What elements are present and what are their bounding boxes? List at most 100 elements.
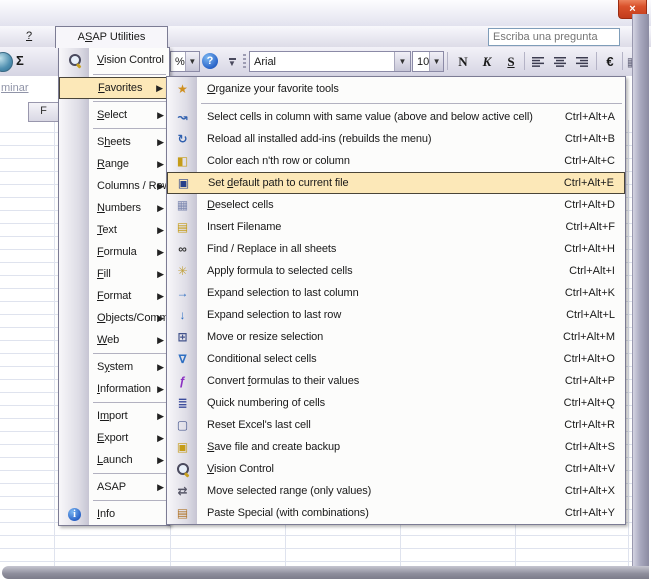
autosum-icon[interactable]: Σ [16, 53, 24, 68]
toolbar-separator [447, 52, 448, 70]
align-right-button[interactable] [572, 51, 592, 72]
submenu-arrow-icon: ▶ [157, 109, 164, 120]
euro-button[interactable]: € [600, 51, 620, 72]
menu-item-label: Expand selection to last column [207, 287, 359, 299]
menu-item-find-replace-in-all-sheets[interactable]: ∞ Find / Replace in all sheets Ctrl+Alt+H [167, 238, 625, 260]
menu-item-label: Format [97, 290, 132, 302]
menu-item-numbers[interactable]: Numbers ▶ [59, 197, 169, 219]
menu-item-label: Set default path to current file [208, 177, 349, 189]
menu-item-information[interactable]: Information ▶ [59, 378, 169, 400]
menu-item-paste-special-with-combinations[interactable]: ▤ Paste Special (with combinations) Ctrl+A… [167, 502, 625, 524]
menu-item-set-default-path-to-current-file[interactable]: ▣ Set default path to current file Ctrl+Al… [167, 172, 625, 194]
align-left-button[interactable] [528, 51, 548, 72]
menu-item-label: System [97, 361, 134, 373]
menu-item-asap[interactable]: ASAP ▶ [59, 476, 169, 498]
menu-item-range[interactable]: Range ▶ [59, 153, 169, 175]
menu-item-reset-excel-s-last-cell[interactable]: ▢ Reset Excel's last cell Ctrl+Alt+R [167, 414, 625, 436]
zoom-dropdown-icon[interactable]: ▼ [184, 52, 199, 71]
menu-item-format[interactable]: Format ▶ [59, 285, 169, 307]
window-right-border [632, 14, 649, 566]
menu-item-label: Reload all installed add-ins (rebuilds t… [207, 133, 432, 145]
font-name-dropdown-icon[interactable]: ▼ [394, 52, 410, 71]
move-resize-selection-icon: ⊞ [177, 330, 188, 344]
menu-item-save-file-and-create-backup[interactable]: ▣ Save file and create backup Ctrl+Alt+S [167, 436, 625, 458]
underline-button[interactable]: S [500, 51, 522, 72]
menu-item-expand-selection-to-last-row[interactable]: ↓ Expand selection to last row Ctrl+Alt+L [167, 304, 625, 326]
menu-item-organize-your-favorite-tools[interactable]: ★ Organize your favorite tools [167, 77, 625, 101]
font-size-dropdown-icon[interactable]: ▼ [429, 52, 443, 71]
shortcut-label: Ctrl+Alt+A [564, 111, 615, 123]
italic-button[interactable]: K [476, 51, 498, 72]
submenu-arrow-icon: ▶ [157, 383, 164, 394]
menu-item-label: Launch [97, 454, 133, 466]
menu-item-web[interactable]: Web ▶ [59, 329, 169, 351]
menu-item-apply-formula-to-selected-cells[interactable]: ✳ Apply formula to selected cells Ctrl+Alt… [167, 260, 625, 282]
menu-item-text[interactable]: Text ▶ [59, 219, 169, 241]
menu-item-label: Move selected range (only values) [207, 485, 372, 497]
menu-item-vision-control[interactable]: Vision Control Ctrl+Alt+V [167, 458, 625, 480]
menu-item-vision-control[interactable]: Vision Control [59, 48, 169, 72]
menu-item-label: Favorites [98, 82, 143, 94]
menu-item-deselect-cells[interactable]: ▦ Deselect cells Ctrl+Alt+D [167, 194, 625, 216]
menu-item-select-cells-in-column-with-same-value-a[interactable]: ↝ Select cells in column with same value … [167, 106, 625, 128]
menu-item-columns-rows[interactable]: Columns / Rows ▶ [59, 175, 176, 197]
menu-item-sheets[interactable]: Sheets ▶ [59, 131, 169, 153]
menubar-item-help[interactable]: ? [20, 29, 38, 43]
toolbar-separator [596, 52, 597, 70]
font-name-combo[interactable]: Arial ▼ [249, 51, 411, 72]
menu-item-label: Formula [97, 246, 137, 258]
menu-item-label: Convert formulas to their values [207, 375, 360, 387]
menubar-item-asap-utilities[interactable]: ASAP Utilities [55, 26, 168, 48]
font-size-combo[interactable]: 10 ▼ [412, 51, 444, 72]
font-size-value: 10 [417, 55, 430, 68]
menu-item-label: Conditional select cells [207, 353, 317, 365]
submenu-arrow-icon: ▶ [157, 158, 164, 169]
submenu-arrow-icon: ▶ [157, 180, 164, 191]
menu-item-label: Select [97, 109, 127, 121]
submenu-arrow-icon: ▶ [157, 136, 164, 147]
menu-item-move-or-resize-selection[interactable]: ⊞ Move or resize selection Ctrl+Alt+M [167, 326, 625, 348]
menu-item-move-selected-range-only-values[interactable]: ⇄ Move selected range (only values) Ctrl+A… [167, 480, 625, 502]
menu-item-reload-all-installed-add-ins-rebuilds-th[interactable]: ↻ Reload all installed add-ins (rebuilds … [167, 128, 625, 150]
toolbar-drag-handle[interactable] [243, 54, 246, 69]
menu-item-launch[interactable]: Launch ▶ [59, 449, 169, 471]
menu-item-export[interactable]: Export ▶ [59, 427, 169, 449]
menu-item-formula[interactable]: Formula ▶ [59, 241, 169, 263]
help-icon[interactable]: ? [202, 53, 218, 69]
column-header-f[interactable]: F [28, 102, 59, 122]
excel-window: × ? ASAP Utilities Σ % ▼ ? ▼ Arial ▼ 10 … [0, 0, 651, 584]
font-name-value: Arial [254, 55, 277, 68]
bold-button[interactable]: N [452, 51, 474, 72]
menu-item-expand-selection-to-last-column[interactable]: → Expand selection to last column Ctrl+Alt… [167, 282, 625, 304]
menu-item-conditional-select-cells[interactable]: ∇ Conditional select cells Ctrl+Alt+O [167, 348, 625, 370]
align-center-button[interactable] [550, 51, 570, 72]
menu-item-label: Info [97, 508, 115, 520]
shortcut-label: Ctrl+Alt+O [563, 353, 615, 365]
shortcut-label: Ctrl+Alt+L [566, 309, 615, 321]
shortcut-label: Ctrl+Alt+I [569, 265, 615, 277]
menu-item-select[interactable]: Select ▶ [59, 104, 169, 126]
select-same-value-icon: ↝ [177, 110, 188, 124]
toolbar-options-button[interactable]: ▼ [224, 51, 240, 72]
menu-item-fill[interactable]: Fill ▶ [59, 263, 169, 285]
shortcut-label: Ctrl+Alt+M [563, 331, 615, 343]
menu-item-quick-numbering-of-cells[interactable]: ≣ Quick numbering of cells Ctrl+Alt+Q [167, 392, 625, 414]
menu-item-favorites[interactable]: Favorites ▶ [59, 77, 169, 99]
expand-last-column-icon: → [176, 286, 189, 300]
menu-item-label: Expand selection to last row [207, 309, 342, 321]
toolbar-separator [622, 52, 623, 70]
conditional-select-icon: ∇ [178, 352, 187, 366]
menu-item-insert-filename[interactable]: ▤ Insert Filename Ctrl+Alt+F [167, 216, 625, 238]
submenu-arrow-icon: ▶ [156, 82, 163, 93]
partial-toolbar-icon[interactable] [0, 52, 13, 72]
menu-item-color-each-n-th-row-or-column[interactable]: ◧ Color each n'th row or column Ctrl+Alt+C [167, 150, 625, 172]
menu-item-objects-comments[interactable]: Objects/Comments ▶ [59, 307, 189, 329]
menu-item-import[interactable]: Import ▶ [59, 405, 169, 427]
ask-question-input[interactable] [488, 28, 620, 46]
menu-item-system[interactable]: System ▶ [59, 356, 169, 378]
menu-item-info[interactable]: i Info [59, 503, 169, 525]
menu-item-convert-formulas-to-their-values[interactable]: ƒ Convert formulas to their values Ctrl+Al… [167, 370, 625, 392]
clipped-toolbar-text: minar [1, 82, 29, 94]
zoom-combo[interactable]: % ▼ [170, 51, 200, 72]
shortcut-label: Ctrl+Alt+E [563, 177, 614, 189]
